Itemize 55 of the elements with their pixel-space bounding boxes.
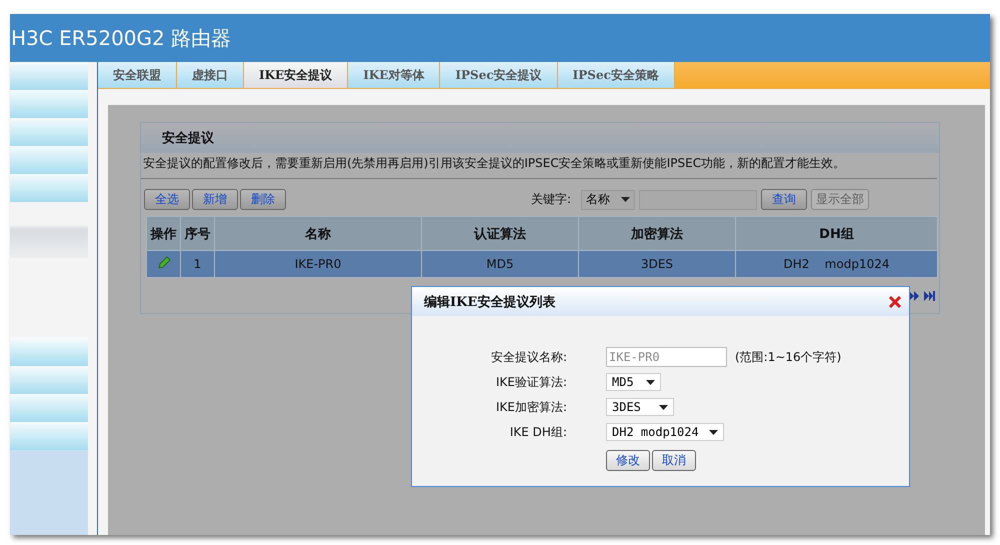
- field-label: 安全提议名称:: [490, 348, 568, 366]
- sidebar-item[interactable]: [10, 394, 88, 422]
- range-hint: (范围:1~16个字符): [735, 348, 842, 366]
- dialog-button[interactable]: 取消: [652, 450, 696, 471]
- dialog-button[interactable]: 修改: [606, 450, 650, 471]
- keyword-dropdown[interactable]: 名称: [581, 190, 635, 210]
- window-title: H3C ER5200G2 路由器: [10, 14, 990, 62]
- tab[interactable]: 安全联盟: [98, 62, 177, 88]
- field-label: IKE DH组:: [508, 424, 568, 440]
- caret-icon: [659, 404, 668, 410]
- field-label: IKE加密算法:: [494, 398, 568, 416]
- table-row[interactable]: 1 IKE-PR0 MD5 3DES DH2 modp1024: [146, 250, 938, 278]
- tab[interactable]: IPSec安全提议: [440, 62, 558, 88]
- sidebar-item[interactable]: [10, 118, 88, 146]
- pagination-icon[interactable]: [909, 290, 935, 300]
- caret-icon: [646, 380, 655, 384]
- notice-text: 安全提议的配置修改后，需要重新启用(先禁用再启用)引用该安全提议的IPSEC安全策略或重新使能IPSEC功能，新的配置才能生效。: [141, 153, 937, 179]
- toolbar-button[interactable]: 删除: [240, 189, 286, 210]
- sidebar-item[interactable]: [10, 202, 88, 258]
- panel-title: 安全提议: [141, 123, 939, 153]
- table-cell: DH2 modp1024: [736, 250, 938, 278]
- tab[interactable]: IPSec安全策略: [558, 62, 675, 88]
- tab[interactable]: IKE安全提议: [244, 62, 348, 88]
- column-header: DH组: [736, 216, 938, 250]
- column-header: 加密算法: [578, 216, 736, 250]
- field-label: IKE验证算法:: [494, 374, 568, 390]
- column-header: 名称: [214, 216, 422, 250]
- tab[interactable]: 虚接口: [177, 62, 244, 88]
- query-button[interactable]: 查询: [761, 189, 807, 210]
- column-header: 序号: [180, 216, 214, 250]
- select-dropdown[interactable]: DH2 modp1024: [606, 423, 724, 441]
- close-icon[interactable]: [889, 296, 901, 308]
- sidebar-item[interactable]: [10, 146, 88, 174]
- keyword-label: 关键字:: [530, 191, 571, 208]
- table-cell: IKE-PR0: [214, 250, 422, 278]
- sidebar-item[interactable]: [10, 90, 88, 118]
- column-header: 操作: [146, 216, 180, 250]
- sidebar-item[interactable]: [10, 338, 88, 366]
- caret-icon: [621, 197, 630, 202]
- table-cell: MD5: [422, 250, 578, 278]
- table-cell: 1: [180, 250, 214, 278]
- toolbar-button[interactable]: 新增: [192, 189, 238, 210]
- table-cell: 3DES: [578, 250, 736, 278]
- sidebar-item[interactable]: [10, 174, 88, 202]
- sidebar-item[interactable]: [10, 366, 88, 394]
- caret-icon: [709, 430, 718, 434]
- column-header: 认证算法: [422, 216, 578, 250]
- tab[interactable]: IKE对等体: [348, 62, 440, 88]
- toolbar-button[interactable]: 全选: [144, 189, 190, 210]
- select-dropdown[interactable]: 3DES: [606, 398, 674, 416]
- sidebar-item[interactable]: [10, 422, 88, 450]
- pencil-icon[interactable]: [156, 256, 170, 270]
- dialog-title: 编辑IKE安全提议列表: [424, 294, 556, 310]
- sidebar-item[interactable]: [10, 62, 88, 90]
- select-dropdown[interactable]: MD5: [606, 373, 661, 391]
